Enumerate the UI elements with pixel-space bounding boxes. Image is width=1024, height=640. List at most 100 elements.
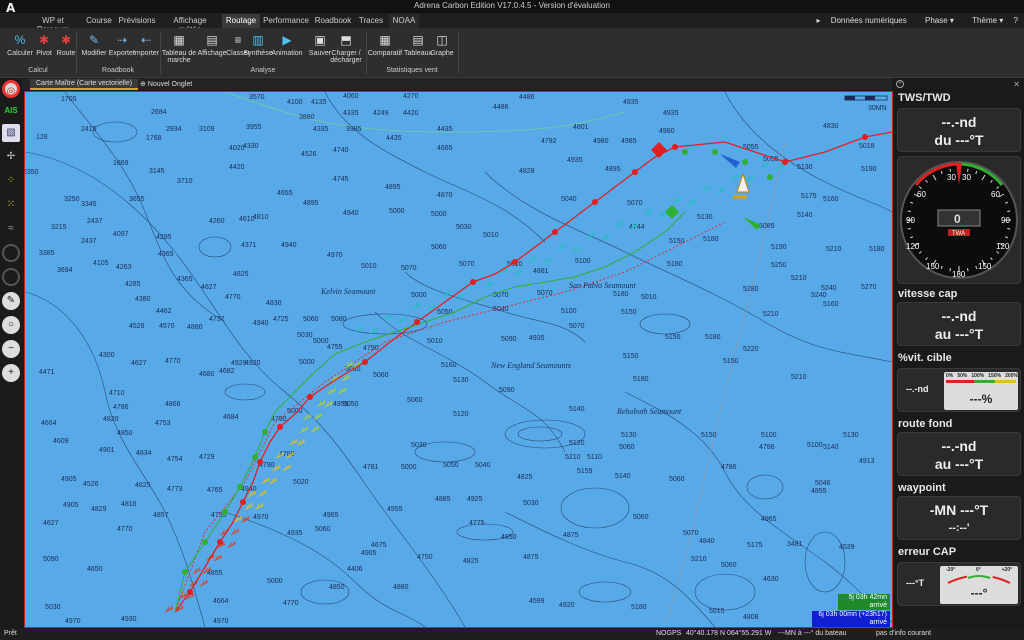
draw-tool-icon[interactable]: ✎: [2, 292, 20, 310]
depth-sounding: 4855: [811, 488, 827, 495]
nautical-chart[interactable]: 3570 4100 4135 4060 4270 4335 4249 4420 4486 4486…: [24, 91, 893, 628]
close-icon[interactable]: ✕: [1013, 80, 1020, 89]
route-point[interactable]: [862, 134, 868, 140]
route-point[interactable]: [307, 394, 313, 400]
route-point[interactable]: [672, 144, 678, 150]
green-route-point[interactable]: [202, 539, 208, 545]
depth-sounding: 5160: [441, 362, 457, 369]
route-point[interactable]: [277, 424, 283, 430]
tab-previsions[interactable]: Prévisions: [118, 14, 156, 28]
graphe-button[interactable]: ◫ Graphe: [424, 31, 460, 65]
circle-tool-icon[interactable]: [2, 244, 20, 262]
tab-nouvel-onglet[interactable]: ⊕ Nouvel Onglet: [134, 79, 198, 90]
tab-routage[interactable]: Routage: [222, 14, 260, 28]
green-route-point[interactable]: [712, 149, 718, 155]
green-route-point[interactable]: [682, 149, 688, 155]
depth-sounding: 5140: [797, 212, 813, 219]
wind-barb: [731, 173, 740, 181]
settings-icon[interactable]: +: [896, 80, 904, 88]
propeller-icon[interactable]: ✢: [2, 148, 20, 166]
comparatif-button[interactable]: ▦ Comparatif: [366, 31, 404, 65]
depth-sounding: 4810: [253, 214, 269, 221]
green-route-point[interactable]: [767, 174, 773, 180]
animation-button[interactable]: ▶ Animation: [268, 31, 306, 65]
tab-wp-parcours[interactable]: WP et Parcours: [28, 14, 78, 34]
depth-sounding: 5015: [709, 608, 725, 615]
charger-button[interactable]: ⬒ Charger / décharger: [326, 31, 366, 65]
depth-sounding: 4834: [136, 450, 152, 457]
twa-gauge: 30 30 60 60 90 90 120 120 150 150 180 0 …: [897, 156, 1021, 284]
green-route-point[interactable]: [237, 484, 243, 490]
route-point[interactable]: [512, 259, 518, 265]
importer-button[interactable]: ⇠ Importer: [128, 31, 164, 65]
start-marker[interactable]: [651, 142, 667, 158]
sailboat-icon[interactable]: [736, 172, 750, 193]
erreur-value: ---°: [970, 586, 988, 600]
green-route-point[interactable]: [262, 429, 268, 435]
map-icon[interactable]: ▧: [2, 124, 20, 142]
depth-sounding: 4710: [109, 390, 125, 397]
depth-sounding: 4270: [403, 93, 419, 100]
route-points-icon[interactable]: ⁘: [2, 172, 20, 190]
lifebuoy-icon[interactable]: ◎: [2, 80, 20, 98]
route-point[interactable]: [592, 199, 598, 205]
waypoint-marker[interactable]: [665, 205, 679, 219]
ais-button[interactable]: AIS: [2, 102, 20, 120]
wind-icon[interactable]: ≈: [2, 220, 20, 238]
green-route-point[interactable]: [252, 454, 258, 460]
route-point[interactable]: [240, 499, 246, 505]
route-point[interactable]: [414, 319, 420, 325]
eta-blue-badge: 6j 03h 00mn (+23h17) arrivé: [812, 611, 890, 627]
alt-route: [174, 221, 726, 613]
tick-90-left: 90: [906, 216, 915, 225]
route-point[interactable]: [187, 589, 193, 595]
analyse-group-label: Analyse: [250, 67, 276, 74]
route-point[interactable]: [470, 279, 476, 285]
tableau-de-marche-button[interactable]: ▦ Tableau de marche: [160, 31, 198, 65]
route-point[interactable]: [552, 229, 558, 235]
phase-menu[interactable]: Phase ▾: [917, 16, 954, 25]
circle-tool-2-icon[interactable]: [2, 268, 20, 286]
scale-150: 150%: [988, 373, 1002, 379]
wind-barb: [398, 316, 407, 323]
help-icon[interactable]: ?: [1014, 16, 1018, 25]
depth-sounding: 4420: [229, 164, 245, 171]
wind-barb: [557, 243, 566, 251]
depth-sounding: 4745: [333, 176, 349, 183]
route-point[interactable]: [362, 359, 368, 365]
tab-carte-maitre[interactable]: Carte Maître (Carte vectorielle): [30, 79, 139, 90]
blue-boat-icon[interactable]: [720, 154, 740, 168]
depth-sounding: 4935: [529, 335, 545, 342]
tab-course[interactable]: Course: [84, 14, 114, 28]
depth-sounding: 4830: [266, 300, 282, 307]
route-point[interactable]: [257, 459, 263, 465]
route-point[interactable]: [632, 169, 638, 175]
depth-sounding: 4750: [417, 554, 433, 561]
waypoints-icon[interactable]: ⁙: [2, 196, 20, 214]
depth-sounding: 4825: [463, 558, 479, 565]
depth-sounding: 4940: [281, 242, 297, 249]
play-icon: ▶: [282, 33, 292, 47]
wind-barb: [317, 400, 326, 407]
wind-barb: [300, 426, 309, 433]
scale-100: 100%: [971, 373, 985, 379]
tab-performance[interactable]: Performance: [263, 14, 309, 28]
tab-affichage-meteo[interactable]: Affichage météo: [162, 14, 218, 34]
depth-sounding: 5180: [613, 291, 629, 298]
theme-menu[interactable]: Thème ▾: [964, 16, 1003, 25]
depth-sounding: 4285: [125, 281, 141, 288]
tab-noaa[interactable]: NOAA: [389, 14, 419, 28]
tab-roadbook[interactable]: Roadbook: [313, 14, 353, 28]
tick-30-left: 30: [947, 173, 956, 182]
select-tool-icon[interactable]: ○: [2, 316, 20, 334]
tab-traces[interactable]: Traces: [357, 14, 385, 28]
green-route-point[interactable]: [182, 569, 188, 575]
green-route-point[interactable]: [222, 509, 228, 515]
donnees-numeriques-menu[interactable]: ▸ Données numériques: [816, 16, 906, 25]
zoom-out-icon[interactable]: −: [2, 340, 20, 358]
route-point[interactable]: [782, 159, 788, 165]
route-point[interactable]: [217, 539, 223, 545]
depth-sounding: 5110: [587, 454, 602, 461]
green-route-point[interactable]: [742, 159, 748, 165]
zoom-in-icon[interactable]: +: [2, 364, 20, 382]
